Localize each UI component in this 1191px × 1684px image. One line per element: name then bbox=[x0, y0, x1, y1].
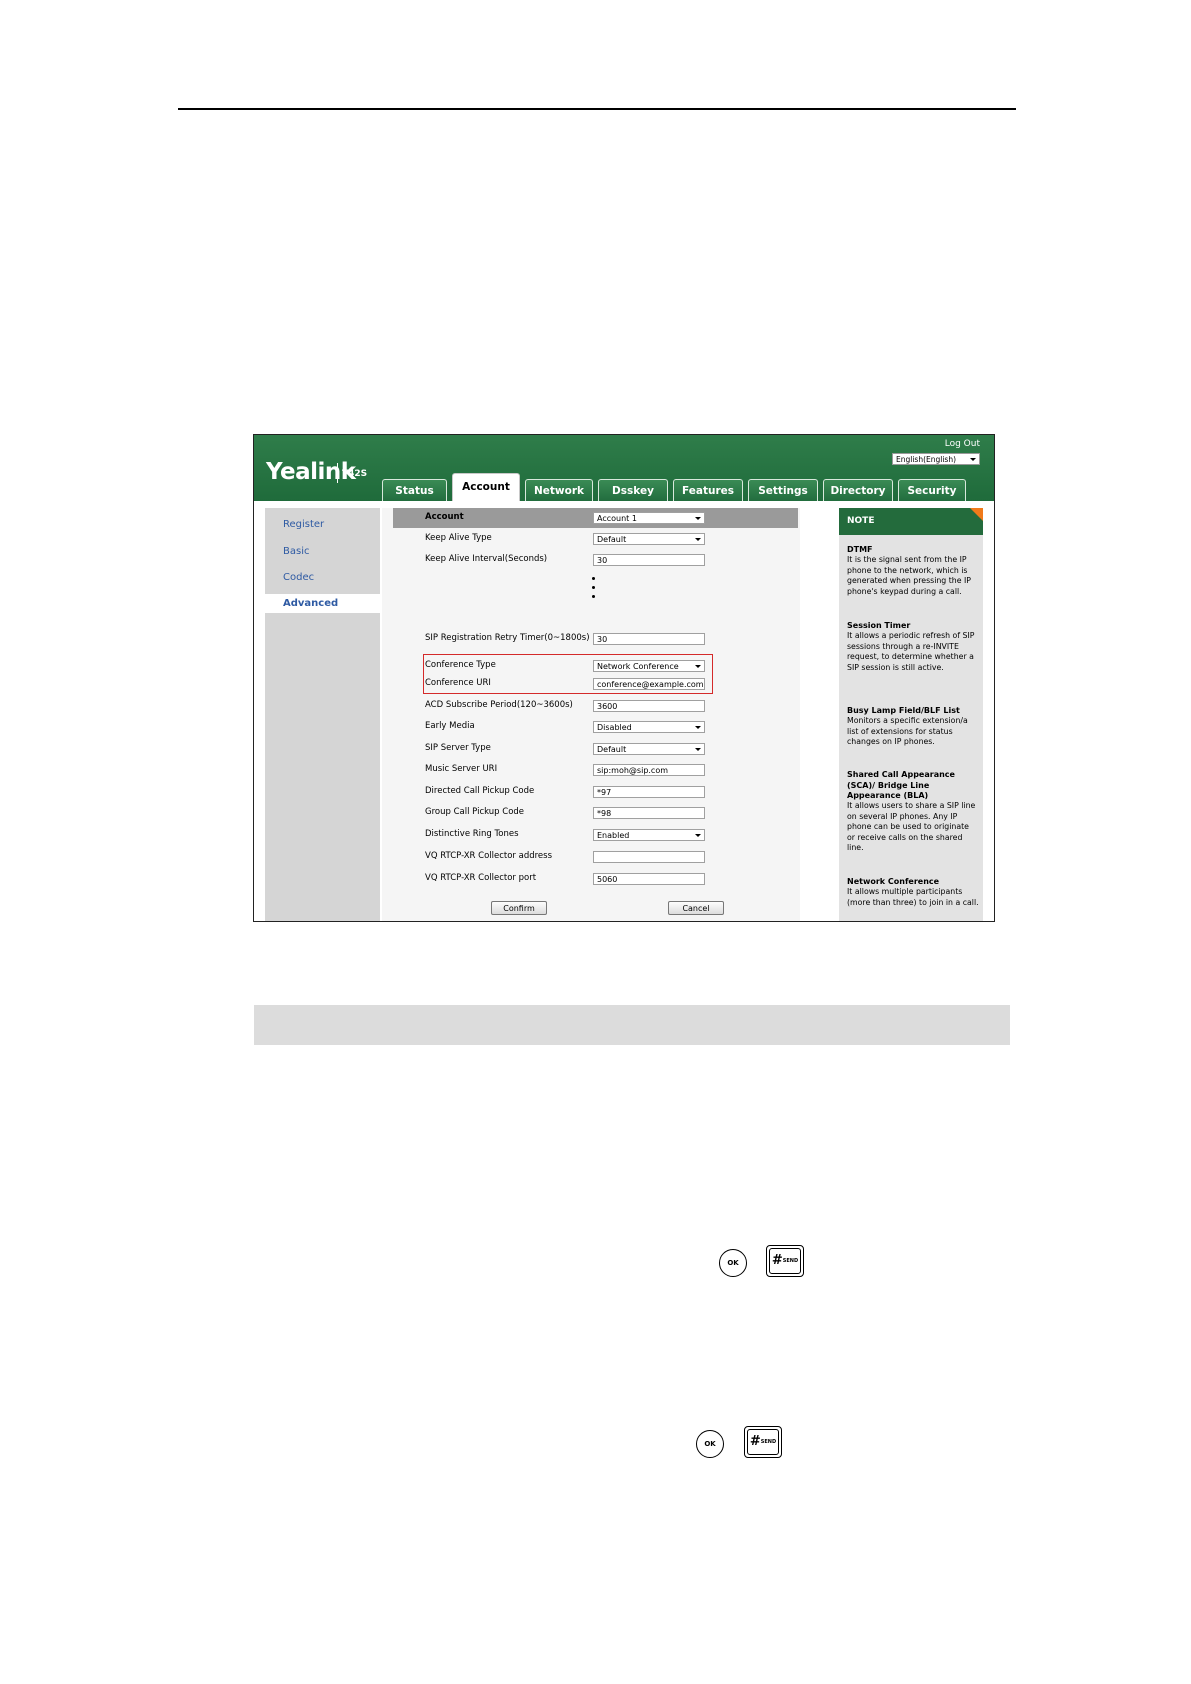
field-label: SIP Registration Retry Timer(0~1800s) bbox=[425, 633, 590, 643]
tab-features[interactable]: Features bbox=[673, 479, 743, 501]
web-ui-screenshot: Yealink T42S Log Out English(English) St… bbox=[253, 434, 995, 922]
sidebar: Register Basic Codec Advanced bbox=[265, 508, 382, 921]
note-body: It allows a periodic refresh of SIP sess… bbox=[847, 631, 975, 672]
chevron-down-icon bbox=[970, 458, 976, 461]
note-title: Busy Lamp Field/BLF List bbox=[847, 706, 960, 715]
confirm-button[interactable]: Confirm bbox=[491, 901, 547, 915]
group-pickup-code-input[interactable]: *98 bbox=[593, 807, 705, 819]
ok-key-icon: OK bbox=[719, 1249, 747, 1277]
note-corner-marker bbox=[970, 508, 983, 521]
conference-type-select[interactable]: Network Conference bbox=[593, 660, 705, 672]
note-body: It allows multiple participants (more th… bbox=[847, 887, 979, 907]
chevron-down-icon bbox=[695, 517, 701, 520]
account-value: Account 1 bbox=[597, 514, 637, 523]
model-label: T42S bbox=[342, 469, 368, 479]
chevron-down-icon bbox=[695, 665, 701, 668]
top-header: Yealink T42S Log Out English(English) St… bbox=[254, 435, 994, 501]
vq-collector-port-input[interactable]: 5060 bbox=[593, 873, 705, 885]
note-heading: NOTE bbox=[839, 508, 983, 535]
chevron-down-icon bbox=[695, 726, 701, 729]
chevron-down-icon bbox=[695, 748, 701, 751]
field-label: Distinctive Ring Tones bbox=[425, 829, 519, 839]
header-rule bbox=[178, 108, 1016, 110]
note-title: Shared Call Appearance (SCA)/ Bridge Lin… bbox=[847, 770, 955, 800]
language-value: English(English) bbox=[896, 455, 957, 464]
note-panel: NOTE DTMF It is the signal sent from the… bbox=[839, 508, 983, 921]
ellipsis-dot bbox=[592, 595, 595, 598]
field-label: ACD Subscribe Period(120~3600s) bbox=[425, 700, 573, 710]
send-key-icon: #SEND bbox=[766, 1245, 804, 1277]
tab-directory[interactable]: Directory bbox=[823, 479, 893, 501]
distinctive-ring-tones-select[interactable]: Enabled bbox=[593, 829, 705, 841]
field-label: Conference URI bbox=[425, 678, 491, 688]
field-label: Keep Alive Type bbox=[425, 533, 492, 543]
send-label: SEND bbox=[782, 1258, 799, 1264]
language-select[interactable]: English(English) bbox=[892, 453, 980, 465]
note-title: DTMF bbox=[847, 545, 873, 554]
field-label: VQ RTCP-XR Collector address bbox=[425, 851, 553, 861]
send-label: SEND bbox=[760, 1439, 777, 1445]
sidebar-item-register[interactable]: Register bbox=[265, 515, 380, 534]
note-body: It allows users to share a SIP line on s… bbox=[847, 801, 976, 853]
tab-status[interactable]: Status bbox=[382, 479, 447, 501]
logo-divider bbox=[337, 463, 338, 483]
field-value: Default bbox=[597, 535, 627, 544]
field-label: Directed Call Pickup Code bbox=[425, 786, 535, 796]
send-key-face: #SEND bbox=[747, 1429, 779, 1455]
vq-collector-address-input[interactable] bbox=[593, 851, 705, 863]
field-label: SIP Server Type bbox=[425, 743, 491, 753]
chevron-down-icon bbox=[695, 834, 701, 837]
tab-network[interactable]: Network bbox=[525, 479, 593, 501]
ellipsis-dot bbox=[592, 586, 595, 589]
hash-glyph: # bbox=[749, 1434, 761, 1449]
send-key-face: #SEND bbox=[769, 1248, 801, 1274]
tab-dsskey[interactable]: Dsskey bbox=[598, 479, 668, 501]
ellipsis-dot bbox=[592, 577, 595, 580]
field-value: Enabled bbox=[597, 831, 630, 840]
settings-form: Account Account 1 Keep Alive Type Defaul… bbox=[382, 508, 800, 921]
keep-alive-interval-input[interactable]: 30 bbox=[593, 554, 705, 566]
field-label: Conference Type bbox=[425, 660, 496, 670]
send-key-icon: #SEND bbox=[744, 1426, 782, 1458]
field-value: Default bbox=[597, 745, 627, 754]
field-label: Early Media bbox=[425, 721, 475, 731]
account-select[interactable]: Account 1 bbox=[593, 512, 705, 524]
note-title: Session Timer bbox=[847, 621, 911, 630]
field-label: Keep Alive Interval(Seconds) bbox=[425, 554, 548, 564]
ok-key-icon: OK bbox=[696, 1430, 724, 1458]
account-label: Account bbox=[425, 512, 464, 522]
sip-server-type-select[interactable]: Default bbox=[593, 743, 705, 755]
sidebar-item-advanced[interactable]: Advanced bbox=[265, 594, 382, 613]
conference-uri-input[interactable]: conference@example.com bbox=[593, 678, 705, 690]
note-title: Network Conference bbox=[847, 877, 940, 886]
logout-link[interactable]: Log Out bbox=[945, 439, 980, 449]
section-bar bbox=[254, 1005, 1010, 1045]
keep-alive-type-select[interactable]: Default bbox=[593, 533, 705, 545]
field-value: Disabled bbox=[597, 723, 632, 732]
hash-glyph: # bbox=[771, 1253, 783, 1268]
directed-pickup-code-input[interactable]: *97 bbox=[593, 786, 705, 798]
field-value: Network Conference bbox=[597, 662, 679, 671]
sip-retry-timer-input[interactable]: 30 bbox=[593, 633, 705, 645]
field-label: VQ RTCP-XR Collector port bbox=[425, 873, 537, 883]
note-body: It is the signal sent from the IP phone … bbox=[847, 555, 972, 596]
acd-subscribe-period-input[interactable]: 3600 bbox=[593, 700, 705, 712]
early-media-select[interactable]: Disabled bbox=[593, 721, 705, 733]
chevron-down-icon bbox=[695, 538, 701, 541]
field-label: Group Call Pickup Code bbox=[425, 807, 525, 817]
music-server-uri-input[interactable]: sip:moh@sip.com bbox=[593, 764, 705, 776]
tab-security[interactable]: Security bbox=[898, 479, 966, 501]
sidebar-item-codec[interactable]: Codec bbox=[265, 568, 380, 587]
tab-account[interactable]: Account bbox=[452, 473, 520, 501]
cancel-button[interactable]: Cancel bbox=[668, 901, 724, 915]
tab-settings[interactable]: Settings bbox=[748, 479, 818, 501]
field-label: Music Server URI bbox=[425, 764, 498, 774]
note-body: Monitors a specific extension/a list of … bbox=[847, 716, 968, 747]
sidebar-item-basic[interactable]: Basic bbox=[265, 542, 380, 561]
